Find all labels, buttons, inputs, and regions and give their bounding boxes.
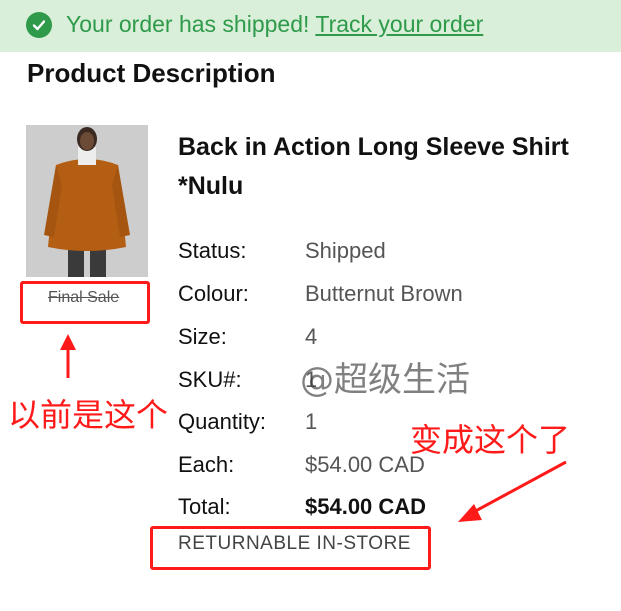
annotation-after: 变成这个了: [410, 421, 571, 459]
arrow-up-icon: [60, 334, 76, 378]
annotation-arrows: [60, 334, 567, 522]
arrow-diagonal-icon: [458, 460, 567, 522]
annotation-before: 以前是这个: [8, 396, 169, 434]
watermark: @超级生活: [300, 360, 470, 400]
